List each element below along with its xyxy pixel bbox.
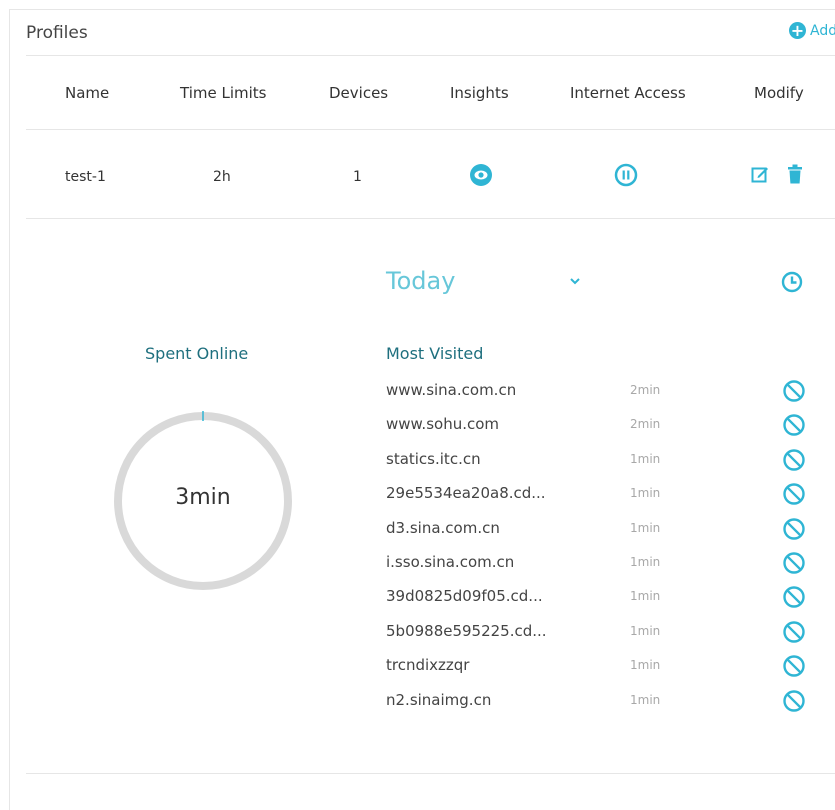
site-name: i.sso.sina.com.cn <box>386 553 515 571</box>
block-icon[interactable] <box>782 448 806 472</box>
site-name: n2.sinaimg.cn <box>386 690 492 709</box>
block-icon[interactable] <box>782 413 806 437</box>
spent-online-value: 3min <box>175 485 231 510</box>
list-item: www.sina.com.cn 2min <box>386 379 826 415</box>
divider <box>26 218 835 219</box>
column-internet-access: Internet Access <box>570 84 686 102</box>
divider <box>26 773 835 774</box>
clock-icon[interactable] <box>781 271 803 293</box>
block-icon[interactable] <box>782 654 806 678</box>
site-name: 39d0825d09f05.cd... <box>386 587 543 606</box>
page-title: Profiles <box>26 23 88 43</box>
site-time: 1min <box>630 486 661 501</box>
chevron-down-icon[interactable] <box>568 276 582 286</box>
spent-online-label: Spent Online <box>145 344 249 363</box>
site-time: 1min <box>630 692 661 707</box>
site-time: 1min <box>630 555 661 569</box>
list-item: i.sso.sina.com.cn 1min <box>386 551 826 587</box>
site-time: 1min <box>630 623 661 638</box>
list-item: n2.sinaimg.cn 1min <box>386 689 826 725</box>
site-name: d3.sina.com.cn <box>386 518 500 537</box>
trash-icon[interactable] <box>787 164 803 184</box>
divider <box>26 129 835 130</box>
site-name: statics.itc.cn <box>386 449 481 468</box>
most-visited-label: Most Visited <box>386 344 484 363</box>
site-time: 1min <box>630 658 661 673</box>
column-insights: Insights <box>450 84 509 102</box>
profile-name: test-1 <box>65 169 106 185</box>
column-modify: Modify <box>754 84 804 102</box>
eye-icon[interactable] <box>469 163 493 187</box>
list-item: trcndixzzqr 1min <box>386 654 826 690</box>
pause-icon[interactable] <box>614 163 638 187</box>
block-icon[interactable] <box>782 689 806 713</box>
block-icon[interactable] <box>782 517 806 541</box>
site-time: 1min <box>630 451 661 466</box>
block-icon[interactable] <box>782 620 806 644</box>
list-item: statics.itc.cn 1min <box>386 448 826 484</box>
list-item: 29e5534ea20a8.cd... 1min <box>386 482 826 518</box>
edit-icon[interactable] <box>751 165 769 183</box>
site-name: 29e5534ea20a8.cd... <box>386 484 546 503</box>
profile-time-limit: 2h <box>213 169 231 185</box>
site-name: 5b0988e595225.cd... <box>386 621 547 640</box>
column-name: Name <box>65 84 110 102</box>
add-profile-button[interactable]: + Add <box>789 22 835 39</box>
list-item: 5b0988e595225.cd... 1min <box>386 620 826 656</box>
site-time: 1min <box>630 589 661 604</box>
site-time: 2min <box>630 417 661 432</box>
plus-circle-icon: + <box>789 21 806 40</box>
site-time: 2min <box>630 383 661 397</box>
period-select[interactable]: Today <box>386 267 455 295</box>
column-devices: Devices <box>329 84 389 102</box>
add-label: Add <box>810 22 835 39</box>
list-item: www.sohu.com 2min <box>386 413 826 449</box>
block-icon[interactable] <box>782 379 806 403</box>
site-name: www.sina.com.cn <box>386 381 517 399</box>
profile-devices: 1 <box>353 169 362 185</box>
block-icon[interactable] <box>782 551 806 575</box>
site-name: trcndixzzqr <box>386 656 470 675</box>
site-name: www.sohu.com <box>386 415 500 434</box>
column-time-limits: Time Limits <box>180 84 267 102</box>
list-item: d3.sina.com.cn 1min <box>386 517 826 553</box>
divider <box>26 55 835 56</box>
block-icon[interactable] <box>782 482 806 506</box>
site-time: 1min <box>630 520 661 535</box>
block-icon[interactable] <box>782 585 806 609</box>
list-item: 39d0825d09f05.cd... 1min <box>386 585 826 621</box>
